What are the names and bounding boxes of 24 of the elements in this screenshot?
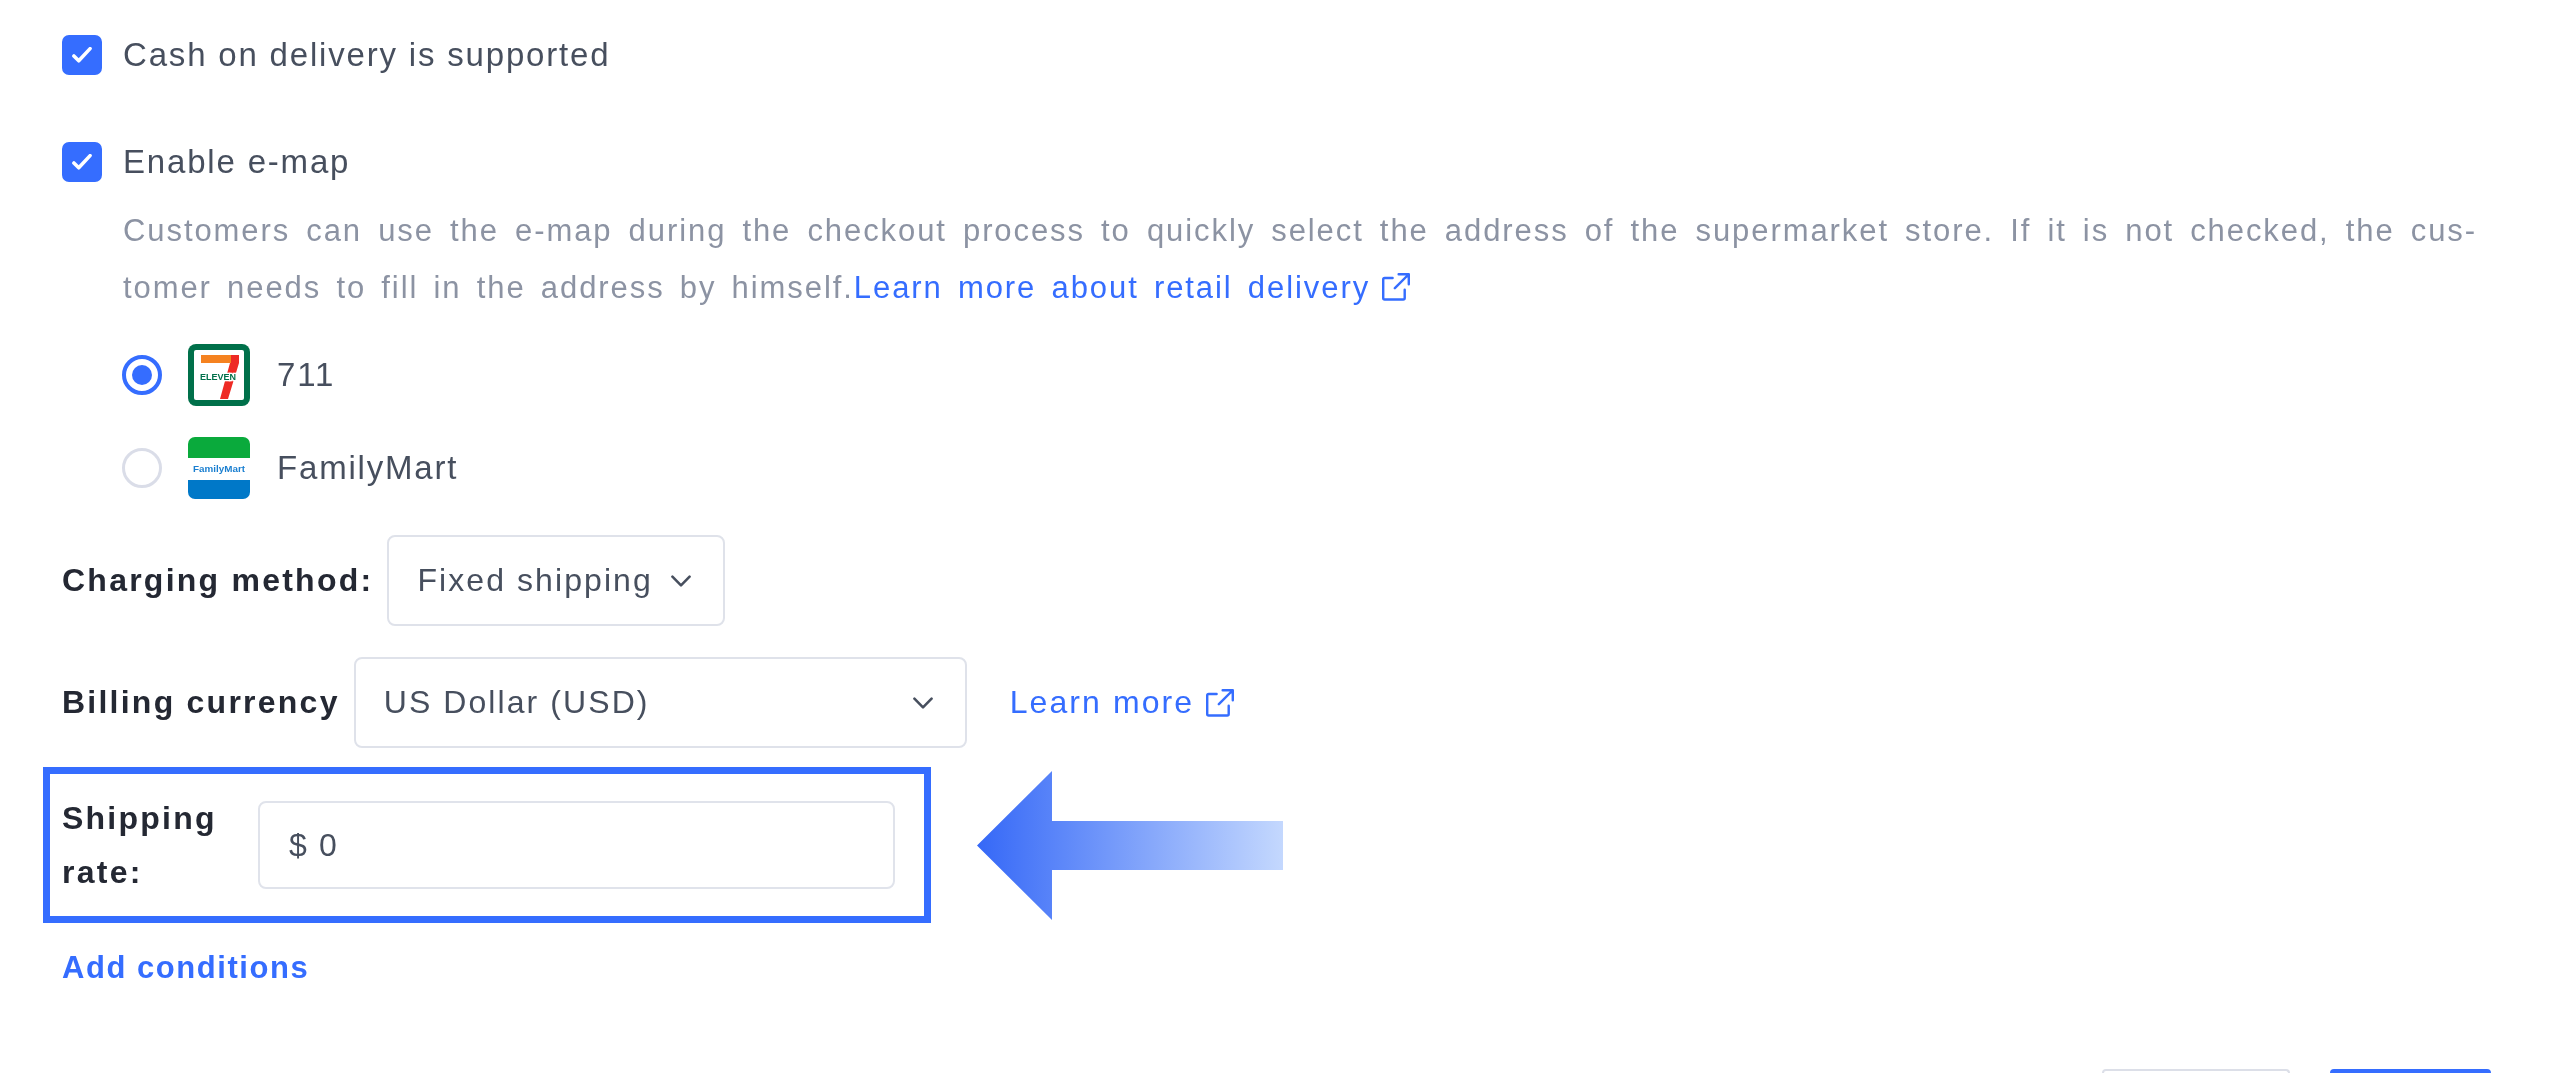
external-link-icon <box>1206 688 1235 717</box>
check-icon <box>72 46 92 64</box>
shipping-rate-field[interactable]: $ 0 <box>258 801 895 889</box>
e-map-description: Customers can use the e-map during the checkout process to quickly select the address of the supermarket store. If it is not checked, the cus- tomer needs to fill in the address by himself.Learn more about retail delivery <box>123 212 2477 307</box>
checkbox[interactable] <box>62 142 102 182</box>
charging-method-select[interactable]: Fixed shipping <box>387 535 725 626</box>
field-label: Billing currency <box>62 684 340 721</box>
add-conditions-link[interactable]: Add conditions <box>62 948 310 988</box>
field-label: Shipping rate: <box>62 799 218 892</box>
external-link-icon <box>1382 273 1411 301</box>
field-label: Charging method: <box>62 562 374 599</box>
checkbox-label: Cash on delivery is supported <box>123 36 611 74</box>
checkbox-label: Enable e-map <box>123 143 351 181</box>
check-icon <box>72 153 92 171</box>
radio-button[interactable] <box>122 354 162 395</box>
learn-more-link[interactable]: Learn more <box>1009 684 1235 721</box>
store-logo: FamilyMart <box>188 436 250 499</box>
retail-delivery-link[interactable]: Learn more about retail delivery <box>853 270 1411 305</box>
chevron-down-icon <box>912 696 933 709</box>
chevron-down-icon <box>670 574 691 587</box>
store-name: FamilyMart <box>277 448 459 487</box>
checkbox[interactable] <box>62 35 102 75</box>
store-name: 711 <box>277 355 336 394</box>
billing-currency-select[interactable]: US Dollar (USD) <box>353 657 967 748</box>
